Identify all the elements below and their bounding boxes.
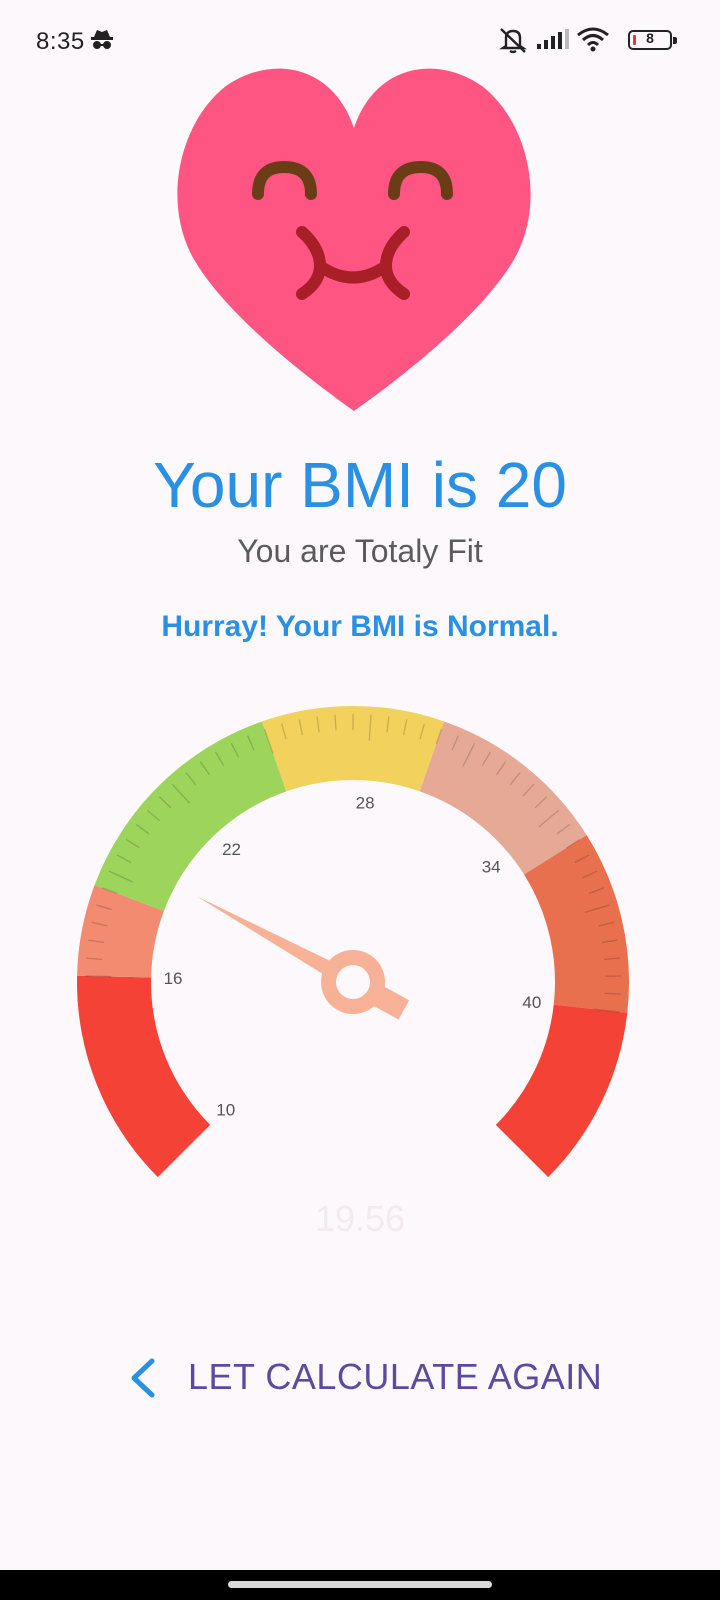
gauge-minor-tick <box>604 992 621 995</box>
navigation-bar <box>0 1570 720 1600</box>
gauge-tick-label: 16 <box>164 969 183 988</box>
happy-heart-icon <box>170 66 550 416</box>
gauge-hub-center <box>336 965 370 999</box>
calculate-again-button[interactable]: LET CALCULATE AGAIN <box>120 1340 603 1420</box>
gauge-tick-label: 34 <box>482 858 501 877</box>
home-gesture-handle[interactable] <box>228 1581 492 1588</box>
bmi-gauge: 10 16 22 28 34 40 <box>77 706 629 1178</box>
gauge-tick-label: 28 <box>356 793 375 812</box>
chevron-left-icon <box>131 1358 155 1398</box>
battery-icon: 8 <box>628 30 677 50</box>
calculate-again-label: LET CALCULATE AGAIN <box>188 1356 603 1397</box>
status-time: 8:35 <box>36 28 85 55</box>
wifi-icon <box>577 27 609 52</box>
gauge-range-7 <box>495 1004 628 1178</box>
bmi-result-subtitle: You are Totaly Fit <box>237 533 483 569</box>
incognito-icon <box>91 30 113 49</box>
signal-icon <box>537 29 569 49</box>
bmi-result-title: Your BMI is 20 <box>153 449 567 521</box>
gauge-tick-label: 22 <box>222 840 241 859</box>
bmi-status-message: Hurray! Your BMI is Normal. <box>161 610 559 643</box>
gauge-range-1 <box>77 975 211 1178</box>
gauge-range-3 <box>94 721 287 912</box>
gauge-tick-label: 10 <box>216 1100 235 1119</box>
gauge-value: 19.56 <box>314 1198 406 1239</box>
battery-level: 8 <box>646 30 654 46</box>
gauge-tick-label: 40 <box>522 993 541 1012</box>
gauge-minor-tick <box>85 975 112 978</box>
mute-icon <box>499 28 527 54</box>
gauge-needle-tail <box>372 985 410 1020</box>
